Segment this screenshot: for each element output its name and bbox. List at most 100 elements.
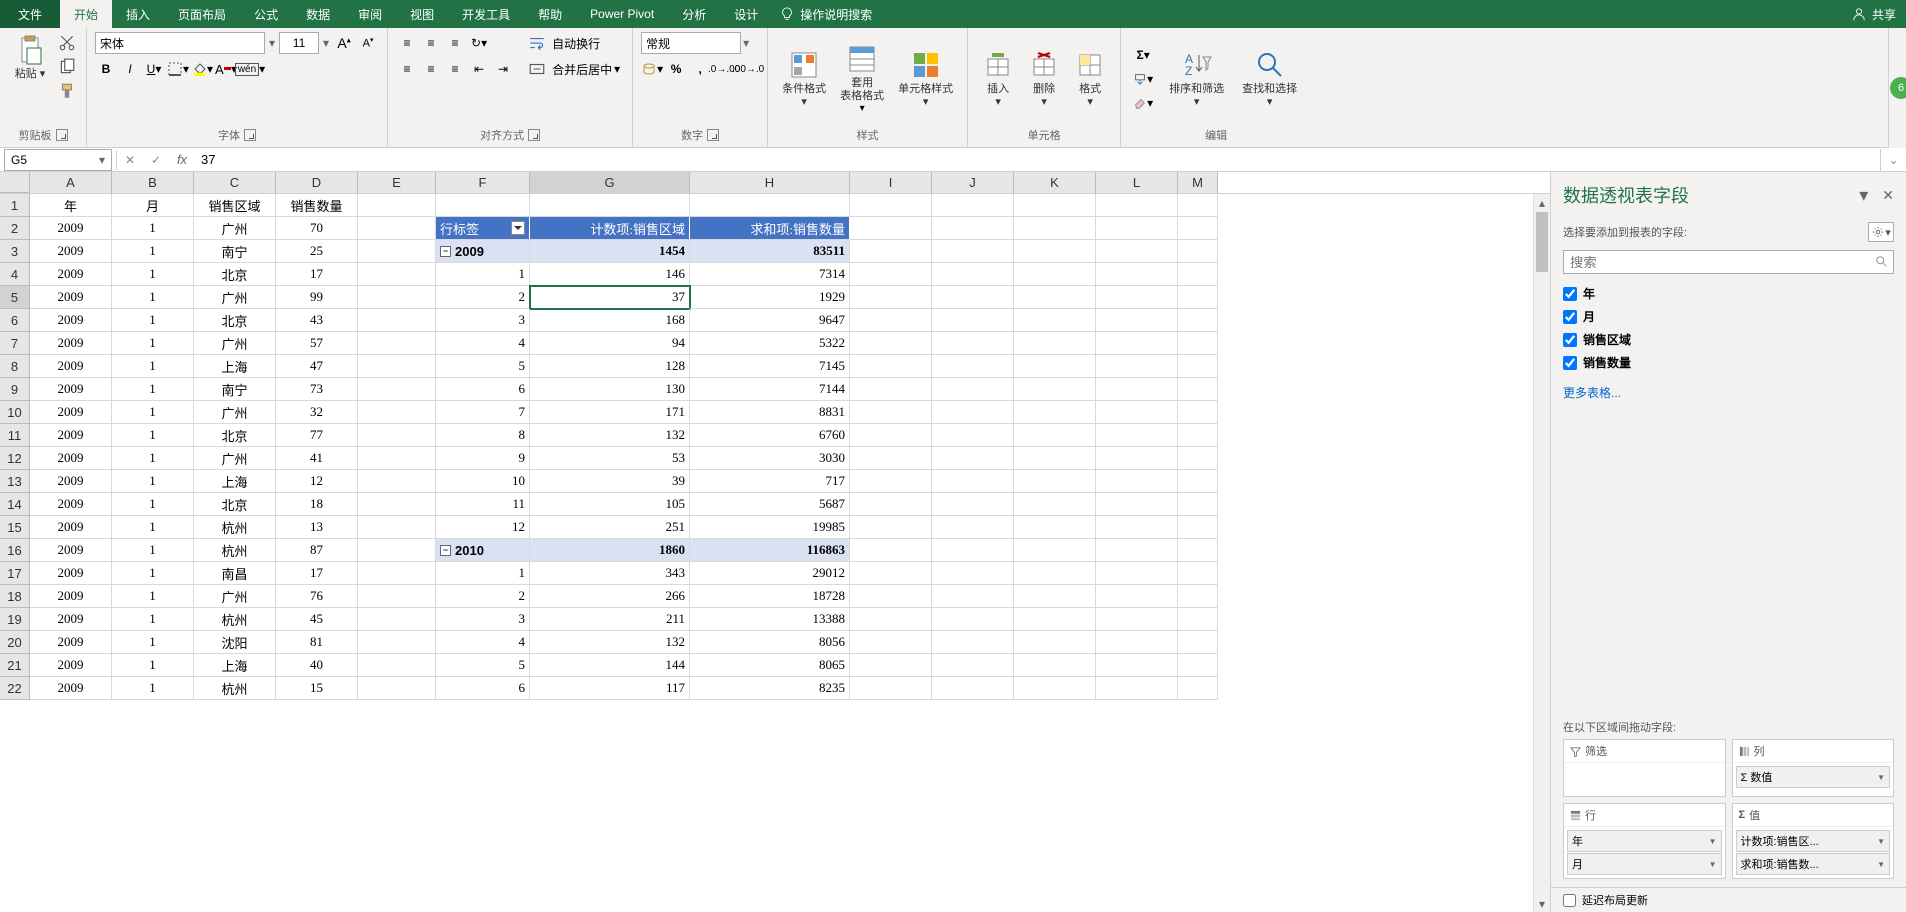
- cell-E13[interactable]: [358, 470, 436, 493]
- percent-button[interactable]: %: [665, 58, 687, 80]
- cell-E11[interactable]: [358, 424, 436, 447]
- cell-E3[interactable]: [358, 240, 436, 263]
- cell-L15[interactable]: [1096, 516, 1178, 539]
- pane-options[interactable]: ▾: [1859, 185, 1868, 206]
- cell-B5[interactable]: 1: [112, 286, 194, 309]
- cell-L20[interactable]: [1096, 631, 1178, 654]
- align-bottom[interactable]: ≡: [444, 32, 466, 54]
- cell-G13[interactable]: 39: [530, 470, 690, 493]
- cell-K3[interactable]: [1014, 240, 1096, 263]
- cell-H2[interactable]: 求和项:销售数量: [690, 217, 850, 240]
- select-all-corner[interactable]: [0, 172, 30, 193]
- cell-H13[interactable]: 717: [690, 470, 850, 493]
- cell-B3[interactable]: 1: [112, 240, 194, 263]
- cell-K16[interactable]: [1014, 539, 1096, 562]
- cell-J12[interactable]: [932, 447, 1014, 470]
- cell-F9[interactable]: 6: [436, 378, 530, 401]
- indent-dec[interactable]: ⇤: [468, 58, 490, 80]
- cell-G22[interactable]: 117: [530, 677, 690, 700]
- field-checkbox[interactable]: [1563, 356, 1577, 370]
- cell-M18[interactable]: [1178, 585, 1218, 608]
- cell-M19[interactable]: [1178, 608, 1218, 631]
- cell-D21[interactable]: 40: [276, 654, 358, 677]
- sort-filter-button[interactable]: AZ 排序和筛选▾: [1163, 47, 1230, 111]
- cell-M3[interactable]: [1178, 240, 1218, 263]
- font-launcher[interactable]: [244, 129, 256, 141]
- cell-J13[interactable]: [932, 470, 1014, 493]
- cell-E6[interactable]: [358, 309, 436, 332]
- cell-A4[interactable]: 2009: [30, 263, 112, 286]
- cell-L5[interactable]: [1096, 286, 1178, 309]
- cell-E8[interactable]: [358, 355, 436, 378]
- cell-C18[interactable]: 广州: [194, 585, 276, 608]
- delete-cells-button[interactable]: 删除▾: [1022, 32, 1066, 125]
- cell-B18[interactable]: 1: [112, 585, 194, 608]
- scroll-up[interactable]: ▴: [1534, 194, 1550, 211]
- cell-K12[interactable]: [1014, 447, 1096, 470]
- cell-L9[interactable]: [1096, 378, 1178, 401]
- cell-L6[interactable]: [1096, 309, 1178, 332]
- cell-H6[interactable]: 9647: [690, 309, 850, 332]
- cell-M15[interactable]: [1178, 516, 1218, 539]
- cell-A5[interactable]: 2009: [30, 286, 112, 309]
- name-box[interactable]: G5 ▾: [4, 149, 112, 171]
- cell-L18[interactable]: [1096, 585, 1178, 608]
- tab-power-pivot[interactable]: Power Pivot: [576, 0, 668, 28]
- value-field-pill[interactable]: 求和项:销售数...▼: [1736, 853, 1891, 875]
- cell-B11[interactable]: 1: [112, 424, 194, 447]
- cell-K18[interactable]: [1014, 585, 1096, 608]
- cell-E4[interactable]: [358, 263, 436, 286]
- cell-G21[interactable]: 144: [530, 654, 690, 677]
- cell-J11[interactable]: [932, 424, 1014, 447]
- columns-area[interactable]: 列 Σ 数值▼: [1732, 739, 1895, 797]
- row-header[interactable]: 21: [0, 654, 30, 677]
- tab-analyze[interactable]: 分析: [668, 0, 720, 28]
- cell-G6[interactable]: 168: [530, 309, 690, 332]
- cell-M9[interactable]: [1178, 378, 1218, 401]
- field-search-input[interactable]: [1563, 250, 1894, 274]
- cell-M10[interactable]: [1178, 401, 1218, 424]
- tab-review[interactable]: 审阅: [344, 0, 396, 28]
- pane-layout-options[interactable]: ▾: [1868, 222, 1894, 242]
- cell-D15[interactable]: 13: [276, 516, 358, 539]
- cell-A17[interactable]: 2009: [30, 562, 112, 585]
- cell-H4[interactable]: 7314: [690, 263, 850, 286]
- cell-J20[interactable]: [932, 631, 1014, 654]
- cell-J1[interactable]: [932, 194, 1014, 217]
- row-header[interactable]: 17: [0, 562, 30, 585]
- cell-E7[interactable]: [358, 332, 436, 355]
- collapse-toggle[interactable]: −: [440, 545, 451, 556]
- cell-L2[interactable]: [1096, 217, 1178, 240]
- cell-L3[interactable]: [1096, 240, 1178, 263]
- decrease-font-button[interactable]: A▾: [357, 32, 379, 54]
- col-header-G[interactable]: G: [530, 172, 690, 193]
- cell-K9[interactable]: [1014, 378, 1096, 401]
- cell-G10[interactable]: 171: [530, 401, 690, 424]
- cell-A10[interactable]: 2009: [30, 401, 112, 424]
- cell-B13[interactable]: 1: [112, 470, 194, 493]
- align-left[interactable]: ≡: [396, 58, 418, 80]
- cell-A13[interactable]: 2009: [30, 470, 112, 493]
- cell-F1[interactable]: [436, 194, 530, 217]
- cell-A12[interactable]: 2009: [30, 447, 112, 470]
- row-header[interactable]: 11: [0, 424, 30, 447]
- cell-F6[interactable]: 3: [436, 309, 530, 332]
- row-header[interactable]: 10: [0, 401, 30, 424]
- cell-B6[interactable]: 1: [112, 309, 194, 332]
- cell-F7[interactable]: 4: [436, 332, 530, 355]
- cell-E19[interactable]: [358, 608, 436, 631]
- cell-K1[interactable]: [1014, 194, 1096, 217]
- worksheet[interactable]: ABCDEFGHIJKLM 1年月销售区域销售数量220091广州70行标签计数…: [0, 172, 1550, 912]
- cell-D20[interactable]: 81: [276, 631, 358, 654]
- cell-H1[interactable]: [690, 194, 850, 217]
- cell-D11[interactable]: 77: [276, 424, 358, 447]
- cell-L19[interactable]: [1096, 608, 1178, 631]
- copy-button[interactable]: [56, 56, 78, 78]
- cell-K7[interactable]: [1014, 332, 1096, 355]
- col-header-L[interactable]: L: [1096, 172, 1178, 193]
- cell-I9[interactable]: [850, 378, 932, 401]
- cell-A20[interactable]: 2009: [30, 631, 112, 654]
- cell-M21[interactable]: [1178, 654, 1218, 677]
- cell-K22[interactable]: [1014, 677, 1096, 700]
- cell-G5[interactable]: 37: [530, 286, 690, 309]
